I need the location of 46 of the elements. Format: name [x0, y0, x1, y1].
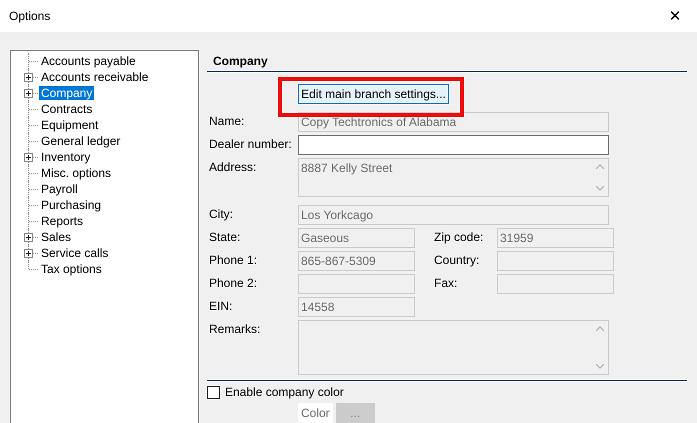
- checkbox-label: Enable company color: [225, 385, 344, 399]
- expand-icon[interactable]: [24, 89, 33, 98]
- tree-item[interactable]: Payroll: [39, 182, 80, 196]
- tree-item[interactable]: Service calls: [39, 246, 110, 260]
- tree-item[interactable]: Sales: [39, 230, 74, 244]
- tree-item[interactable]: Purchasing: [39, 198, 104, 212]
- expand-icon[interactable]: [24, 233, 33, 242]
- field-value: Copy Techtronics of Alabama: [301, 115, 456, 129]
- tree-item[interactable]: Accounts receivable: [39, 70, 150, 84]
- tree-item[interactable]: Misc. options: [39, 166, 114, 180]
- field-label: Zip code:: [434, 229, 484, 246]
- field-label: Dealer number:: [209, 136, 293, 153]
- tree-item[interactable]: Accounts payable: [39, 54, 138, 68]
- field-label: State:: [209, 229, 242, 246]
- expand-icon[interactable]: [24, 249, 33, 258]
- field-value: 31959: [500, 231, 534, 245]
- field-value: 14558: [301, 300, 334, 314]
- field-label: Phone 1:: [209, 252, 258, 269]
- field-value: Los Yorkcago: [301, 208, 374, 222]
- field-label: EIN:: [209, 298, 234, 315]
- tree-item[interactable]: Inventory: [39, 150, 92, 164]
- field-value: Gaseous: [301, 231, 350, 245]
- field-label: Phone 2:: [209, 275, 258, 292]
- field-label: City:: [209, 206, 234, 223]
- field-value: 8887 Kelly Street: [301, 161, 392, 177]
- input-field[interactable]: [298, 135, 609, 155]
- field-label: Country:: [434, 252, 480, 269]
- tree-item[interactable]: Equipment: [39, 118, 100, 132]
- close-button[interactable]: ✕: [665, 7, 685, 25]
- color-swatch: Color: [298, 403, 333, 423]
- tree-item[interactable]: General ledger: [39, 134, 122, 148]
- field-value: 865-867-5309: [301, 254, 376, 268]
- field-label: Name:: [209, 113, 246, 130]
- tree-item[interactable]: Company: [39, 86, 94, 100]
- section-heading: Company: [207, 50, 687, 72]
- window-title: Options: [9, 9, 50, 23]
- tree-item[interactable]: Contracts: [39, 102, 94, 116]
- tree-item[interactable]: Tax options: [39, 262, 104, 276]
- tree-item[interactable]: Reports: [39, 214, 86, 228]
- field-label: Address:: [209, 159, 258, 176]
- expand-icon[interactable]: [24, 73, 33, 82]
- field-label: Remarks:: [209, 321, 262, 338]
- checkbox[interactable]: [207, 386, 220, 398]
- field-label: Fax:: [434, 275, 458, 292]
- expand-icon[interactable]: [24, 153, 33, 162]
- edit-branch-button[interactable]: Edit main branch settings...: [298, 84, 449, 104]
